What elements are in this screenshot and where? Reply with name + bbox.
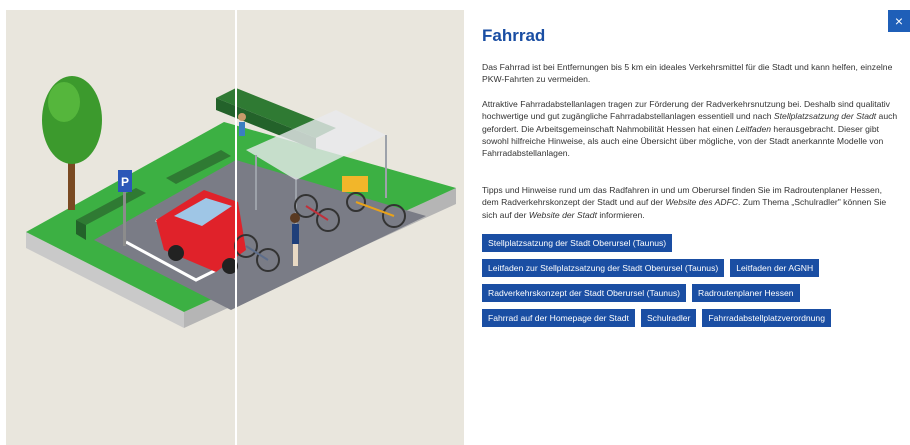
leitfaden-stellplatzsatzung-button[interactable]: Leitfaden zur Stellplatzsatzung der Stad…: [482, 259, 725, 277]
link-buttons: Stellplatzsatzung der Stadt Oberursel (T…: [482, 234, 902, 334]
sign-pole: [123, 190, 126, 246]
modal-frame: P × Fahrrad Das Fahrrad ist bei Entfernu…: [0, 0, 910, 445]
car-wheel: [168, 245, 184, 261]
person-head: [238, 113, 246, 121]
person: [292, 224, 299, 244]
text: informieren.: [596, 209, 645, 220]
info-panel: × Fahrrad Das Fahrrad ist bei Entfernung…: [464, 10, 910, 445]
parking-paragraph: Attraktive Fahrradabstellanlagen tragen …: [482, 98, 900, 159]
tree-crown-highlight: [48, 82, 80, 122]
fahrrad-homepage-button[interactable]: Fahrrad auf der Homepage der Stadt: [482, 309, 635, 327]
tips-paragraph: Tipps und Hinweise rund um das Radfahren…: [482, 184, 900, 221]
illustration-svg: P: [26, 10, 456, 445]
panel-title: Fahrrad: [482, 26, 546, 45]
compare-divider[interactable]: [235, 10, 237, 445]
link-row: Fahrrad auf der Homepage der Stadt Schul…: [482, 309, 902, 327]
link-row: Leitfaden zur Stellplatzsatzung der Stad…: [482, 259, 902, 277]
radverkehrskonzept-button[interactable]: Radverkehrskonzept der Stadt Oberursel (…: [482, 284, 687, 302]
cargo-box: [342, 176, 368, 192]
leitfaden-link-text[interactable]: Leitfaden: [736, 124, 771, 134]
stellplatzsatzung-link-text[interactable]: Stellplatzsatzung der Stadt: [774, 111, 876, 121]
radroutenplaner-button[interactable]: Radroutenplaner Hessen: [692, 284, 800, 302]
link-row: Radverkehrskonzept der Stadt Oberursel (…: [482, 284, 902, 302]
schulradler-button[interactable]: Schulradler: [640, 309, 697, 327]
person-legs: [293, 244, 298, 266]
parking-sign-letter: P: [121, 175, 129, 189]
leitfaden-agnh-button[interactable]: Leitfaden der AGNH: [730, 259, 820, 277]
adfc-link-text[interactable]: Website des ADFC: [665, 197, 738, 207]
close-icon[interactable]: ×: [888, 10, 910, 32]
bike-parking-illustration: P: [6, 10, 464, 445]
stellplatzsatzung-button[interactable]: Stellplatzsatzung der Stadt Oberursel (T…: [482, 234, 673, 252]
person: [239, 122, 245, 136]
stadt-website-link-text[interactable]: Website der Stadt: [529, 210, 597, 220]
person-head: [290, 213, 300, 223]
link-row: Stellplatzsatzung der Stadt Oberursel (T…: [482, 234, 902, 252]
intro-paragraph: Das Fahrrad ist bei Entfernungen bis 5 k…: [482, 62, 893, 85]
fahrradabstellplatzverordnung-button[interactable]: Fahrradabstellplatzverordnung: [702, 309, 831, 327]
